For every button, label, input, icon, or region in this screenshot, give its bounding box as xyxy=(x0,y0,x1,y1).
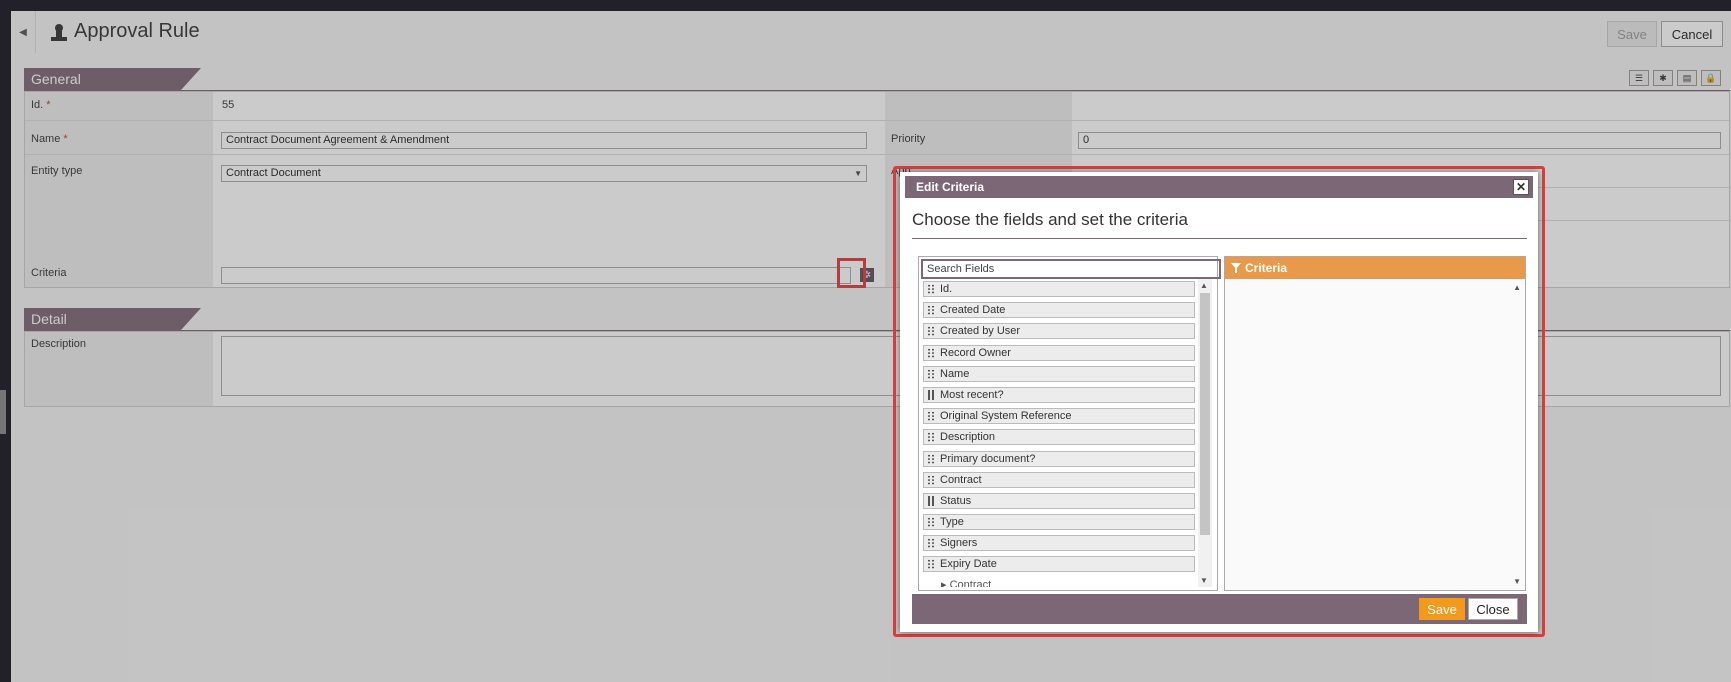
scroll-up-icon[interactable]: ▲ xyxy=(1200,281,1208,290)
drag-handle-icon xyxy=(927,559,935,570)
field-item-label: Id. xyxy=(940,283,953,295)
drag-handle-icon xyxy=(927,453,935,464)
dialog-close-button[interactable]: Close xyxy=(1468,598,1518,620)
scroll-up-icon[interactable]: ▲ xyxy=(1513,283,1521,292)
filter-icon-stem xyxy=(1235,268,1237,273)
field-item[interactable]: Id. xyxy=(923,281,1195,297)
close-icon[interactable]: ✕ xyxy=(1513,179,1529,195)
drag-handle-icon xyxy=(927,432,935,443)
drag-handle-icon xyxy=(928,495,934,506)
drag-handle-icon xyxy=(927,368,935,379)
field-item[interactable]: Primary document? xyxy=(923,450,1195,467)
dialog-heading: Choose the fields and set the criteria xyxy=(912,210,1188,229)
scroll-down-icon[interactable]: ▼ xyxy=(1200,576,1208,585)
field-item[interactable]: Signers xyxy=(923,535,1195,552)
field-group-label: Contract xyxy=(949,578,992,587)
drag-handle-icon xyxy=(927,411,935,422)
field-item-label: Name xyxy=(940,367,970,380)
field-item[interactable]: Created by User xyxy=(923,323,1195,340)
drag-handle-icon xyxy=(927,305,935,316)
field-group-contract[interactable]: ▸ Contract xyxy=(923,578,1195,587)
field-item-label: Type xyxy=(940,516,964,529)
field-list-scrollbar[interactable]: ▲ ▼ xyxy=(1198,279,1212,587)
drag-handle-icon xyxy=(927,347,935,358)
field-item-label: Status xyxy=(940,494,972,507)
field-item-label: Most recent? xyxy=(940,388,1004,401)
dialog-title: Edit Criteria xyxy=(916,180,985,194)
field-item-label: Description xyxy=(940,431,996,444)
drag-handle-icon xyxy=(927,538,935,549)
field-item-label: Created Date xyxy=(940,304,1006,317)
field-item[interactable]: Expiry Date xyxy=(923,556,1195,573)
drag-handle-icon xyxy=(928,389,934,400)
field-item[interactable]: Description xyxy=(923,429,1195,446)
field-item-label: Original System Reference xyxy=(940,410,1072,423)
field-item[interactable]: Contract xyxy=(923,471,1195,488)
field-item-label: Created by User xyxy=(940,325,1021,338)
field-item-label: Signers xyxy=(940,537,978,550)
drag-handle-icon xyxy=(927,284,935,294)
dialog-header: Edit Criteria ✕ xyxy=(905,176,1533,198)
scroll-thumb[interactable] xyxy=(1200,293,1210,535)
drag-handle-icon xyxy=(927,517,935,528)
search-fields-input[interactable]: Search Fields xyxy=(921,259,1221,279)
field-item[interactable]: Most recent? xyxy=(923,386,1195,403)
scroll-down-icon[interactable]: ▼ xyxy=(1513,577,1521,586)
field-item[interactable]: Original System Reference xyxy=(923,408,1195,425)
field-item[interactable]: Name xyxy=(923,365,1195,382)
dialog-save-button[interactable]: Save xyxy=(1419,598,1465,620)
drag-handle-icon xyxy=(927,326,935,337)
criteria-panel: Criteria ▲ ▼ xyxy=(1224,256,1526,591)
field-item-label: Primary document? xyxy=(940,452,1036,465)
field-item-label: Record Owner xyxy=(940,346,1011,359)
field-item-label: Contract xyxy=(940,473,982,486)
fields-panel: Search Fields Id. Created Date Created by … xyxy=(918,256,1221,591)
field-list: Id. Created Date Created by User Record Own… xyxy=(923,281,1195,587)
field-item[interactable]: Created Date xyxy=(923,302,1195,319)
field-item[interactable]: Record Owner xyxy=(923,344,1195,361)
dialog-footer: Save Close xyxy=(912,594,1527,624)
drag-handle-icon xyxy=(927,474,935,485)
criteria-header: Criteria xyxy=(1225,257,1525,279)
field-item[interactable]: Status xyxy=(923,492,1195,509)
heading-divider xyxy=(912,238,1527,239)
criteria-title: Criteria xyxy=(1245,261,1288,275)
edit-criteria-dialog: Edit Criteria ✕ Choose the fields and se… xyxy=(900,172,1538,632)
field-item-label: Expiry Date xyxy=(940,558,997,571)
field-item[interactable]: Type xyxy=(923,514,1195,531)
expand-icon: ▸ xyxy=(941,578,950,587)
